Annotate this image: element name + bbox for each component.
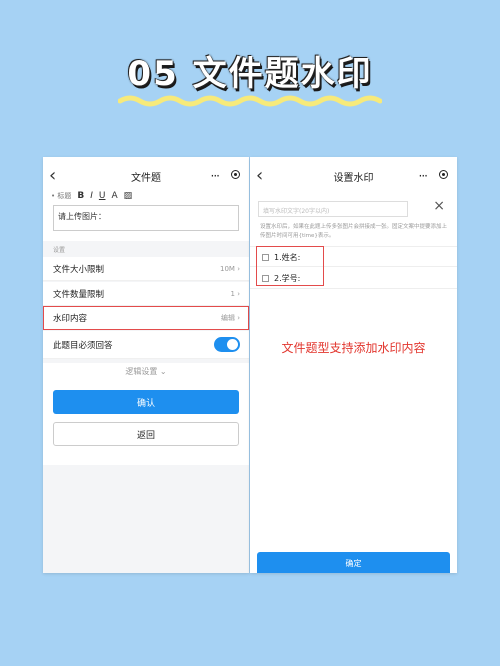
confirm-button[interactable]: 确定 bbox=[257, 552, 450, 573]
format-toolbar: • 标题 B I U A ▨ bbox=[51, 191, 241, 201]
target-icon[interactable] bbox=[231, 170, 240, 179]
text-color-button[interactable]: A bbox=[111, 191, 117, 201]
title-label: • 标题 bbox=[51, 192, 72, 200]
watermark-text-input[interactable]: 填写水印文字(20字以内) bbox=[258, 201, 408, 217]
divider bbox=[250, 288, 457, 289]
close-icon[interactable]: × bbox=[433, 198, 445, 214]
watermark-description: 设置水印后，如果在此题上传多张图片会拼接成一张。固定文案中提要添加上传图片时间可… bbox=[260, 224, 448, 239]
back-chevron-icon[interactable]: ‹ bbox=[49, 165, 56, 186]
row-label: 文件数量限制 bbox=[53, 289, 105, 300]
underline-button[interactable]: U bbox=[99, 191, 106, 201]
italic-button[interactable]: I bbox=[90, 191, 93, 201]
back-chevron-icon[interactable]: ‹ bbox=[256, 165, 263, 186]
navbar: ‹ 设置水印 ··· bbox=[250, 157, 457, 195]
logic-settings[interactable]: 逻辑设置 ⌄ bbox=[43, 363, 249, 389]
required-toggle[interactable] bbox=[214, 337, 240, 352]
required-row: 此题目必须回答 bbox=[43, 331, 249, 359]
file-size-limit-row[interactable]: 文件大小限制 10M › bbox=[43, 257, 249, 281]
row-label: 文件大小限制 bbox=[53, 264, 105, 275]
nav-title: 设置水印 bbox=[333, 172, 374, 184]
navbar: ‹ 文件题 ··· bbox=[43, 157, 249, 195]
required-label: 此题目必须回答 bbox=[53, 340, 113, 351]
wave-decoration bbox=[118, 95, 382, 107]
target-icon[interactable] bbox=[439, 170, 448, 179]
row-value: 1 › bbox=[230, 289, 241, 298]
row-value: 10M › bbox=[220, 264, 240, 273]
watermark-content-row[interactable]: 水印内容 编辑 › bbox=[43, 306, 249, 330]
options-highlight-box bbox=[256, 246, 324, 286]
more-icon[interactable]: ··· bbox=[211, 169, 221, 183]
right-phone-screen: ‹ 设置水印 ··· 填写水印文字(20字以内) × 设置水印后，如果在此题上传… bbox=[250, 157, 457, 573]
left-phone-screen: ‹ 文件题 ··· • 标题 B I U A ▨ 请上传图片： 设置 文件大小限… bbox=[43, 157, 249, 573]
more-icon[interactable]: ··· bbox=[419, 169, 429, 183]
confirm-button[interactable]: 确认 bbox=[53, 390, 239, 414]
section-label: 设置 bbox=[53, 247, 66, 254]
edit-link[interactable]: 编辑 › bbox=[221, 313, 240, 323]
file-count-limit-row[interactable]: 文件数量限制 1 › bbox=[43, 282, 249, 306]
question-textarea[interactable]: 请上传图片： bbox=[53, 205, 239, 231]
bold-button[interactable]: B bbox=[77, 191, 84, 201]
image-icon[interactable]: ▨ bbox=[124, 191, 133, 201]
row-label: 水印内容 bbox=[53, 313, 88, 324]
nav-title: 文件题 bbox=[131, 172, 161, 184]
feature-caption: 文件题型支持添加水印内容 bbox=[281, 341, 426, 355]
headline: 05 文件题水印 bbox=[127, 54, 373, 94]
back-button[interactable]: 返回 bbox=[53, 422, 239, 446]
